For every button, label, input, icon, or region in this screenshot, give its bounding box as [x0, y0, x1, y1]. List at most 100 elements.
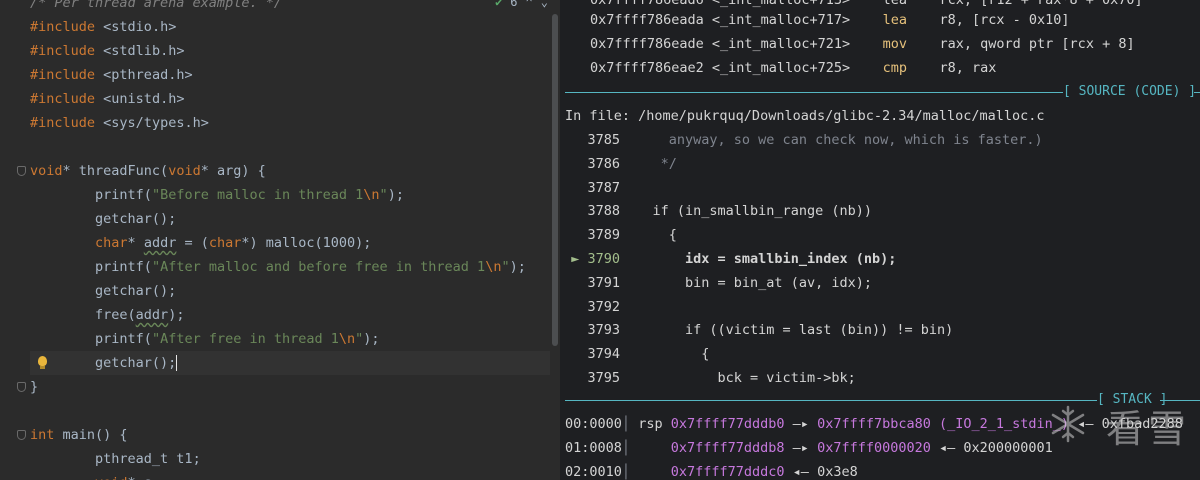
code-token: * s; — [128, 475, 161, 480]
source-line: 3794 { — [560, 342, 709, 366]
code-line[interactable] — [30, 399, 550, 423]
line-number-value: 3789 — [587, 227, 620, 244]
instruction-address: 0x7ffff786eada <_int_malloc+717> — [590, 12, 851, 28]
include-header: <pthread.h> — [103, 67, 193, 83]
string-literal: After free in thread 1 — [160, 331, 339, 347]
line-number: ► 3790 — [560, 247, 620, 271]
string-quote: " — [151, 187, 161, 203]
function-call: printf( — [95, 331, 152, 347]
code-line[interactable]: printf("Before malloc in thread 1\n"); — [30, 183, 550, 207]
code-text: getchar(); — [95, 355, 177, 371]
code-line[interactable] — [30, 135, 550, 159]
code-editor[interactable]: ✔ 6 ⌃ ⌄ /* Per thread arena example. */#… — [0, 0, 560, 480]
register-name — [638, 464, 662, 480]
register-name — [638, 440, 662, 456]
code-line[interactable]: printf("After malloc and before free in … — [30, 255, 550, 279]
instruction-operands: r8, rax — [939, 60, 997, 76]
code-line[interactable]: void* s; — [30, 471, 550, 480]
code-line[interactable]: } — [17, 375, 550, 399]
pointed-address: 0x7ffff0000020 — [817, 440, 931, 456]
source-line: 3786 */ — [560, 152, 677, 176]
source-line: 3785 anyway, so we can check now, which … — [560, 128, 1042, 152]
instruction-operands: r8, [rcx - 0x10] — [939, 12, 1070, 28]
string-quote: " — [379, 187, 388, 203]
include-keyword: #include — [30, 43, 96, 59]
disasm-line: 0x7ffff786eada <_int_malloc+717> lea r8,… — [590, 8, 1070, 32]
include-keyword: #include — [30, 67, 96, 83]
code-line[interactable]: free(addr); — [30, 303, 550, 327]
include-header: <stdio.h> — [103, 19, 177, 35]
source-line: 3787 — [560, 176, 644, 200]
line-number: 3793 — [560, 318, 620, 342]
stack-row: 02:0010│ 0x7ffff77dddc0 ◂— 0x3e8 — [565, 460, 858, 480]
code-line[interactable]: #include <unistd.h> — [30, 87, 550, 111]
type-keyword: void — [30, 163, 63, 179]
code-line[interactable]: getchar(); — [30, 207, 550, 231]
fold-icon — [17, 382, 26, 392]
fold-icon — [17, 430, 26, 440]
string-literal: After malloc and before free in thread 1 — [160, 259, 486, 275]
include-header: <unistd.h> — [103, 91, 185, 107]
source-text: { — [644, 346, 710, 363]
source-line: 3795 bck = victim->bk; — [560, 366, 856, 390]
string-quote: " — [501, 259, 510, 275]
code-line[interactable]: /* Per thread arena example. */ — [30, 0, 550, 15]
code-line[interactable]: void* threadFunc(void* arg) { — [17, 159, 550, 183]
variable-name: addr — [143, 235, 177, 251]
code-line[interactable]: #include <sys/types.h> — [30, 111, 550, 135]
source-line: 3788 if (in_smallbin_range (nb)) — [560, 199, 872, 223]
line-number: 3787 — [560, 176, 620, 200]
code-token: ); — [387, 187, 404, 203]
include-keyword: #include — [30, 115, 96, 131]
escape-sequence: \n — [338, 331, 356, 347]
code-line[interactable]: #include <stdio.h> — [30, 15, 550, 39]
include-header: <sys/types.h> — [103, 115, 209, 131]
text-caret — [176, 355, 178, 371]
code-line[interactable]: pthread_t t1; — [30, 447, 550, 471]
code-line[interactable]: #include <stdlib.h> — [30, 39, 550, 63]
code-line[interactable]: #include <pthread.h> — [30, 63, 550, 87]
code-line[interactable]: getchar(); — [30, 279, 550, 303]
function-call: free( — [95, 307, 136, 323]
code-text: getchar(); — [95, 283, 177, 299]
type-keyword: void — [168, 163, 201, 179]
line-number-value: 3786 — [587, 155, 620, 172]
instruction-mnemonic: lea — [882, 12, 907, 28]
code-line[interactable]: int main() { — [17, 423, 550, 447]
line-number-value: 3792 — [587, 298, 620, 315]
source-text: { — [644, 227, 677, 244]
source-text: if (in_smallbin_range (nb)) — [644, 203, 872, 220]
source-text: bck = victim->bk; — [644, 370, 856, 386]
function-call: printf( — [95, 187, 152, 203]
editor-scrollbar[interactable] — [552, 14, 558, 346]
pointer-arrow: —▸ — [792, 440, 809, 456]
stack-value: 0x3e8 — [817, 464, 858, 480]
code-line[interactable]: char* addr = (char*) malloc(1000); — [30, 231, 550, 255]
function-name: * threadFunc( — [62, 163, 169, 179]
code-line[interactable]: getchar(); — [30, 351, 550, 375]
line-number: 3792 — [560, 295, 620, 319]
source-line: 3791 bin = bin_at (av, idx); — [560, 271, 871, 295]
line-number: 3794 — [560, 342, 620, 366]
source-section-label: [ SOURCE (CODE) ] — [1063, 84, 1197, 99]
line-number-value: 3790 — [587, 251, 620, 267]
type-keyword: char — [95, 235, 128, 251]
instruction-operands: rax, qword ptr [rcx + 8] — [939, 36, 1135, 52]
line-number: 3789 — [560, 223, 620, 247]
column-divider: │ — [621, 416, 631, 432]
current-line-marker-icon: ► — [571, 251, 580, 267]
line-number: 3795 — [560, 366, 620, 390]
include-keyword: #include — [30, 19, 96, 35]
line-number: 3788 — [560, 199, 620, 223]
source-text: */ — [644, 155, 677, 172]
code-line[interactable]: printf("After free in thread 1\n"); — [30, 327, 550, 351]
register-name: rsp — [638, 416, 663, 432]
stack-row: 00:0000│ rsp 0x7ffff77dddb0 —▸ 0x7ffff7b… — [565, 412, 1183, 436]
stack-offset: 01:0008 — [565, 440, 622, 456]
code-token: *) malloc(1000); — [241, 235, 372, 251]
function-name: main() { — [54, 427, 128, 443]
column-divider: │ — [621, 440, 631, 456]
